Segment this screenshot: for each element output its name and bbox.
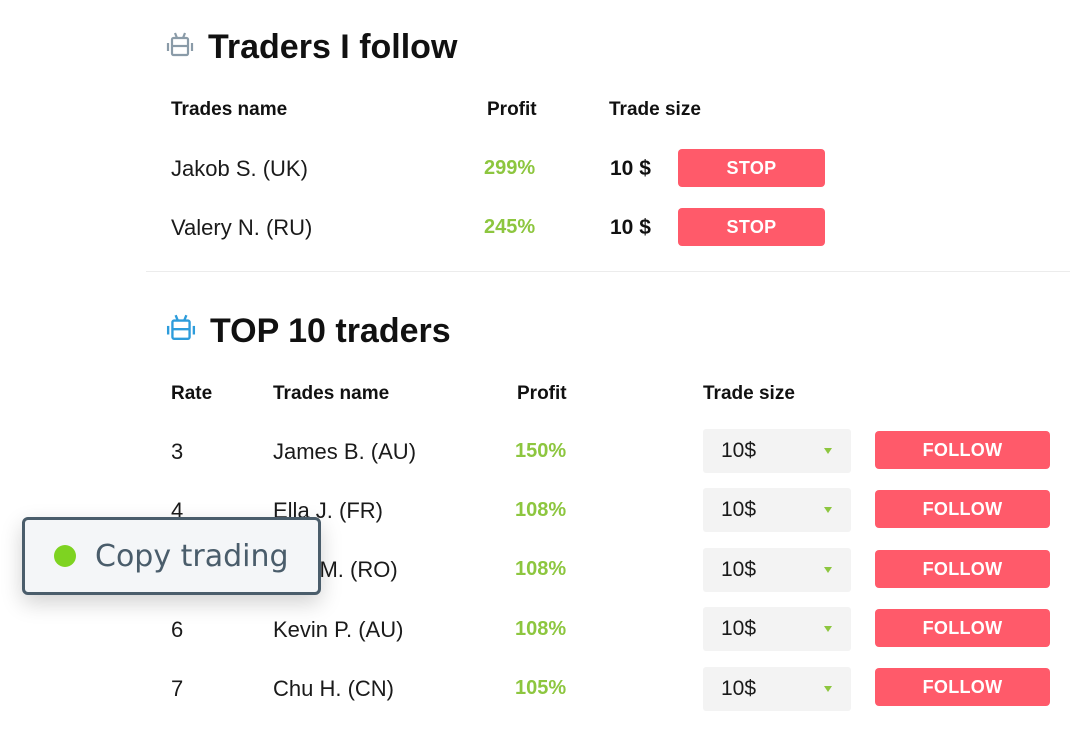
robot-icon [166,28,194,67]
status-dot-icon [54,545,76,567]
following-header-size: Trade size [609,99,701,120]
following-title-text: Traders I follow [208,28,458,66]
top-trader-profit: 108% [515,558,567,580]
top-trader-name: Kevin P. (AU) [273,617,404,642]
trade-size-value: 10$ [721,617,757,640]
chevron-down-icon [824,448,832,454]
top-trader-name: James B. (AU) [273,439,417,464]
trade-size-select[interactable]: 10$ [703,607,851,651]
top-header-rate: Rate [171,383,213,404]
chevron-down-icon [824,626,832,632]
trade-size-value: 10$ [721,677,757,700]
trade-size-select[interactable]: 10$ [703,548,851,592]
following-trade-size: 10 $ [610,216,651,239]
follow-button[interactable]: FOLLOW [875,609,1050,647]
following-trader-profit: 245% [484,216,536,238]
top-trader-name: Chu H. (CN) [273,676,395,701]
following-header-profit: Profit [487,99,537,120]
following-section-title: Traders I follow [166,28,457,67]
trade-size-select[interactable]: 10$ [703,488,851,532]
stop-button[interactable]: STOP [678,208,825,246]
stop-button[interactable]: STOP [678,149,825,187]
following-trader-name: Jakob S. (UK) [171,156,308,181]
following-trade-size: 10 $ [610,157,651,180]
trade-size-value: 10$ [721,439,757,462]
top-section-title: TOP 10 traders [166,312,451,351]
top-trader-rate: 6 [171,617,184,642]
top-trader-profit: 105% [515,677,567,699]
follow-button[interactable]: FOLLOW [875,431,1050,469]
top-header-name: Trades name [273,383,390,404]
section-divider [146,271,1070,272]
chevron-down-icon [824,507,832,513]
follow-button[interactable]: FOLLOW [875,668,1050,706]
trade-size-select[interactable]: 10$ [703,429,851,473]
top-trader-profit: 150% [515,440,567,462]
top-trader-rate: 7 [171,676,184,701]
copy-trading-tooltip: Copy trading [22,517,321,595]
top-trader-rate: 3 [171,439,184,464]
top-title-text: TOP 10 traders [210,312,451,350]
copy-trading-label: Copy trading [95,538,289,574]
chevron-down-icon [824,686,832,692]
robot-icon [166,312,196,351]
top-trader-profit: 108% [515,499,567,521]
following-trader-profit: 299% [484,157,536,179]
trade-size-select[interactable]: 10$ [703,667,851,711]
following-header-name: Trades name [171,99,288,120]
trade-size-value: 10$ [721,558,757,581]
trade-size-value: 10$ [721,498,757,521]
follow-button[interactable]: FOLLOW [875,550,1050,588]
follow-button[interactable]: FOLLOW [875,490,1050,528]
following-trader-name: Valery N. (RU) [171,215,313,240]
top-trader-profit: 108% [515,618,567,640]
top-header-size: Trade size [703,383,795,404]
top-header-profit: Profit [517,383,567,404]
chevron-down-icon [824,567,832,573]
